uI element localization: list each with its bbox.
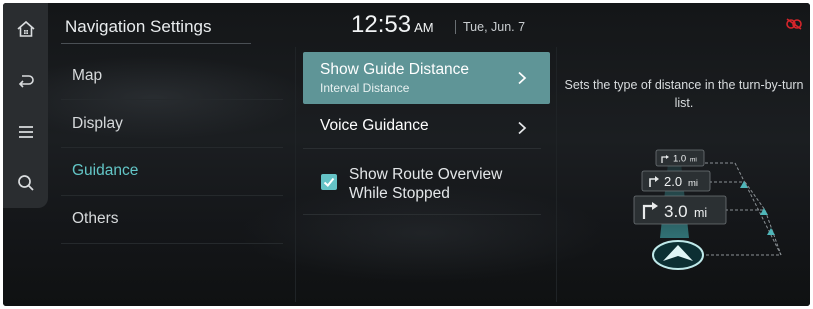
distance-2-value: 2.0 [664, 174, 682, 189]
connection-off-icon [786, 18, 802, 30]
page-title: Navigation Settings [65, 17, 212, 36]
column-divider [556, 47, 557, 302]
distance-1-value: 1.0 [673, 154, 686, 165]
menu-button[interactable] [3, 109, 48, 155]
clock-time: 12:53 [351, 11, 412, 38]
menu-item-map[interactable]: Map [72, 67, 102, 85]
show-guide-distance-item[interactable]: Show Guide Distance Interval Distance [303, 52, 550, 104]
description-text: Sets the type of distance in the turn-by… [564, 78, 804, 110]
distance-line [734, 162, 782, 256]
title-divider [61, 43, 251, 44]
show-guide-distance-label: Show Guide Distance [320, 61, 470, 78]
screen: Navigation Settings Map Display Guidance… [0, 0, 813, 309]
clock-ampm: AM [414, 20, 434, 35]
menu-divider [61, 243, 283, 244]
turn-list-illustration: 1.0 mi 2.0 mi 3.0 mi [633, 149, 782, 270]
menu-divider [61, 147, 283, 148]
route-overview-checkbox[interactable] [321, 174, 337, 190]
chevron-right-icon [518, 121, 527, 135]
head-unit-display: Navigation Settings Map Display Guidance… [3, 3, 810, 306]
show-guide-distance-value: Interval Distance [320, 81, 410, 95]
back-icon [18, 75, 34, 88]
column-divider [295, 47, 296, 302]
clock-divider [455, 20, 456, 34]
menu-item-guidance[interactable]: Guidance [72, 162, 138, 180]
distance-2-unit: mi [688, 178, 698, 189]
route-overview-label: Show Route Overview While Stopped [349, 166, 503, 202]
option-divider [303, 148, 541, 149]
menu-divider [61, 99, 283, 100]
menu-divider [61, 195, 283, 196]
voice-guidance-item[interactable]: Voice Guidance [303, 107, 550, 147]
menu-icon [18, 126, 33, 138]
voice-guidance-label: Voice Guidance [320, 117, 429, 134]
home-button[interactable] [3, 6, 48, 52]
clock: 12:53 AM [351, 11, 434, 39]
option-divider [303, 214, 541, 215]
arrow-marker [760, 208, 768, 215]
distance-1-unit: mi [690, 157, 697, 164]
menu-item-display[interactable]: Display [72, 115, 123, 133]
search-icon [17, 175, 34, 191]
side-rail [3, 3, 48, 208]
checkmark-icon [323, 177, 335, 187]
search-button[interactable] [3, 160, 48, 206]
back-button[interactable] [3, 58, 48, 104]
arrow-marker [767, 228, 775, 235]
chevron-right-icon [518, 71, 527, 85]
distance-3-unit: mi [694, 206, 707, 220]
home-icon [16, 20, 35, 37]
date: Tue, Jun. 7 [463, 20, 526, 34]
distance-3-value: 3.0 [664, 202, 688, 221]
menu-item-others[interactable]: Others [72, 210, 119, 228]
